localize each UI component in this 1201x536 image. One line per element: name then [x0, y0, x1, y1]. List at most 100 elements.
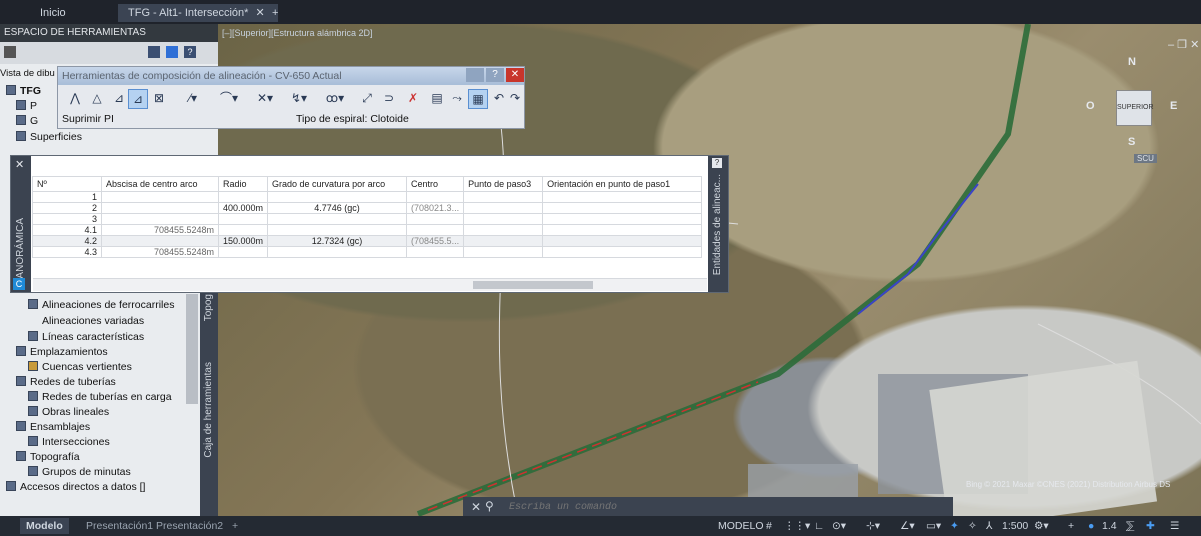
- side-tab-topog[interactable]: Topog: [203, 294, 214, 321]
- tree-item-rail-alignments[interactable]: Alineaciones de ferrocarriles: [28, 298, 174, 313]
- tab-inicio[interactable]: Inicio: [30, 4, 76, 22]
- spiral-type-option[interactable]: Tipo de espiral: Clotoide: [296, 111, 522, 127]
- table-row[interactable]: 2 400.000m 4.7746 (gc) (708021.3...: [32, 202, 703, 214]
- column-header[interactable]: Centro: [406, 176, 465, 192]
- grid-icon[interactable]: #: [760, 518, 778, 534]
- close-icon[interactable]: ✕: [15, 158, 24, 171]
- command-input[interactable]: [507, 499, 941, 515]
- tree-item-pipe-networks[interactable]: Redes de tuberías: [16, 375, 116, 390]
- viewcube[interactable]: SUPERIOR N S E O SCU: [1078, 52, 1188, 163]
- close-button[interactable]: ✕: [506, 68, 524, 82]
- lineweight-icon[interactable]: ∠▾: [894, 518, 921, 534]
- tree-item[interactable]: P: [16, 99, 37, 114]
- compass-east[interactable]: E: [1170, 100, 1177, 112]
- alignment-entities-tab[interactable]: Entidades de alineac...: [712, 174, 723, 275]
- compass-west[interactable]: O: [1086, 100, 1095, 112]
- tree-item-superficies[interactable]: Superficies: [16, 130, 82, 145]
- add-layout-button[interactable]: +: [226, 518, 244, 534]
- gear-icon[interactable]: ⚙▾: [1028, 518, 1055, 534]
- polar-icon[interactable]: ⊙▾: [826, 518, 852, 534]
- prospector-tree: TFG P G Superficies Alineaciones de ferr…: [2, 84, 202, 504]
- table-row[interactable]: 4.3 708455.5248m: [32, 246, 703, 258]
- annotation-monitor-value[interactable]: 1.4: [1096, 518, 1123, 534]
- viewport-window-controls[interactable]: – ❐ ✕: [1168, 38, 1199, 51]
- tab-layout-2[interactable]: Presentación2: [150, 518, 229, 534]
- column-header[interactable]: Punto de paso3: [463, 176, 544, 192]
- units-icon[interactable]: ⅀: [1120, 518, 1141, 534]
- line-tools-icon[interactable]: ⁄▾: [178, 89, 208, 107]
- tree-item-survey[interactable]: Topografía: [16, 450, 80, 465]
- compass-north[interactable]: N: [1128, 56, 1136, 68]
- help-button[interactable]: ?: [486, 68, 504, 82]
- scrollbar-thumb[interactable]: [473, 281, 593, 289]
- tree-item-sites[interactable]: Emplazamientos: [16, 345, 108, 360]
- new-tab-button[interactable]: +: [262, 4, 288, 22]
- table-row[interactable]: 4.2 150.000m 12.7324 (gc) (708455.5...: [32, 235, 703, 247]
- customize-icon[interactable]: ☰: [1164, 518, 1185, 534]
- tree-item-assemblies[interactable]: Ensamblajes: [16, 420, 90, 435]
- column-header[interactable]: Grado de curvatura por arco: [267, 176, 408, 192]
- pick-subentity-icon[interactable]: ⤳: [448, 89, 466, 107]
- spiral-icon[interactable]: ↯▾: [284, 89, 314, 107]
- tree-item-data-shortcuts[interactable]: Accesos directos a datos []: [6, 480, 145, 495]
- help-icon[interactable]: ?: [184, 46, 196, 58]
- minimize-button[interactable]: [466, 68, 484, 82]
- tree-item[interactable]: G: [16, 114, 38, 129]
- tab-drawing[interactable]: TFG - Alt1- Intersección* ✕: [118, 4, 278, 22]
- command-line: ✕ ⚲: [463, 497, 953, 517]
- tree-item-drawing[interactable]: TFG: [6, 84, 41, 99]
- column-header[interactable]: Orientación en punto de paso1: [542, 176, 703, 192]
- tree-item-variable-alignments[interactable]: Alineaciones variadas: [42, 314, 144, 329]
- side-tab-toolbox[interactable]: Caja de herramientas: [203, 362, 214, 458]
- panorama-menu-icon[interactable]: C: [13, 278, 25, 290]
- table-row[interactable]: 4.1 708455.5248m: [32, 224, 703, 236]
- tree-item-view-frame-groups[interactable]: Grupos de minutas: [28, 465, 131, 480]
- reverse-icon[interactable]: ⊃: [380, 89, 398, 107]
- osnap-icon[interactable]: ⊹▾: [860, 518, 886, 534]
- drawing-icon: [6, 85, 16, 95]
- delete-pi-option[interactable]: Suprimir PI: [62, 111, 292, 127]
- horizontal-scrollbar[interactable]: [33, 278, 707, 291]
- viewport-controls-label[interactable]: [–][Superior][Estructura alámbrica 2D]: [222, 28, 373, 38]
- plus-icon[interactable]: +: [1062, 518, 1080, 534]
- palette-option-icon[interactable]: [148, 46, 160, 58]
- catchment-icon: [28, 361, 38, 371]
- column-header[interactable]: Nº: [32, 176, 102, 192]
- tree-item-feature-lines[interactable]: Líneas características: [28, 330, 144, 345]
- tab-model[interactable]: Modelo: [20, 518, 69, 534]
- tree-item-intersections[interactable]: Intersecciones: [28, 435, 110, 450]
- tree-scrollbar[interactable]: [186, 294, 198, 404]
- subentity-editor-icon[interactable]: ▦: [468, 89, 488, 109]
- line-curve-icon[interactable]: ✕▾: [250, 89, 280, 107]
- reverse-curve-icon[interactable]: ꝏ▾: [320, 89, 350, 107]
- table-row[interactable]: 3: [32, 213, 703, 225]
- palette-option-icon[interactable]: [166, 46, 178, 58]
- help-icon[interactable]: ?: [712, 158, 722, 168]
- break-apart-icon[interactable]: ⊿: [128, 89, 148, 109]
- edit-best-fit-icon[interactable]: ▤: [428, 89, 446, 107]
- tree-item-pressure-networks[interactable]: Redes de tuberías en carga: [28, 390, 172, 405]
- tab-layout-1[interactable]: Presentación1: [80, 518, 159, 534]
- ucs-menu[interactable]: SCU: [1134, 154, 1157, 163]
- curve-tools-icon[interactable]: ⌒▾: [214, 89, 244, 107]
- table-row[interactable]: 1: [32, 191, 703, 203]
- close-icon[interactable]: ✕: [471, 500, 481, 514]
- join-icon[interactable]: ⊠: [150, 89, 168, 107]
- column-header[interactable]: Radio: [217, 176, 269, 192]
- viewcube-face[interactable]: SUPERIOR: [1116, 90, 1154, 126]
- redo-icon[interactable]: ↷: [508, 89, 522, 107]
- convert-icon[interactable]: ⤢: [358, 89, 376, 107]
- view-selector[interactable]: Vista de dibu: [0, 68, 55, 79]
- tree-item-corridors[interactable]: Obras lineales: [28, 405, 109, 420]
- column-header[interactable]: Abscisa de centro arco: [101, 176, 219, 192]
- tree-item-catchments[interactable]: Cuencas vertientes: [28, 360, 132, 375]
- delete-entity-icon[interactable]: ✗: [404, 89, 422, 107]
- wrench-icon[interactable]: ⚲: [485, 499, 501, 513]
- tangent-icon[interactable]: ⋀: [66, 89, 84, 107]
- undo-icon[interactable]: ↶: [492, 89, 506, 107]
- compass-south[interactable]: S: [1128, 136, 1135, 148]
- delete-pi-icon[interactable]: ⊿: [110, 89, 128, 107]
- hardware-acceleration-icon[interactable]: ✚: [1140, 518, 1161, 534]
- palette-settings-icon[interactable]: [4, 46, 16, 58]
- insert-pi-icon[interactable]: △: [88, 89, 106, 107]
